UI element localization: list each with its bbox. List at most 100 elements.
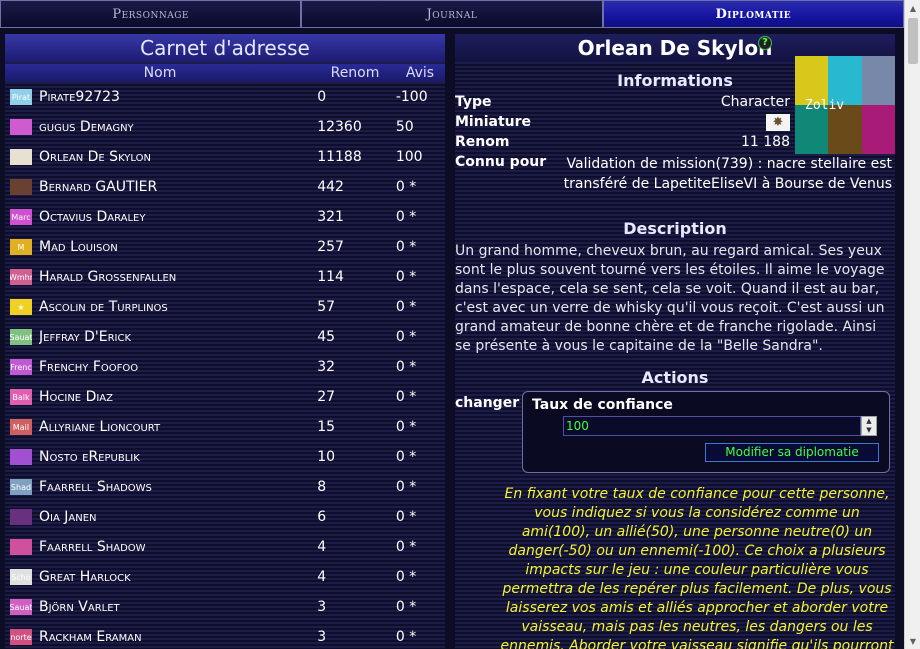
- modify-diplomacy-button[interactable]: Modifier sa diplomatie: [705, 443, 879, 462]
- contact-avatar-icon: [10, 179, 32, 195]
- contact-row[interactable]: Marc Octavius Daraley 321 0 *: [5, 202, 445, 232]
- contact-row[interactable]: Frenc Frenchy Foofoo 32 0 *: [5, 352, 445, 382]
- contact-renom: 57: [317, 299, 336, 315]
- contact-name[interactable]: Frenchy Foofoo: [39, 359, 317, 375]
- contact-avis: 0 *: [395, 419, 417, 435]
- contact-row[interactable]: Nosto eRepublik 10 0 *: [5, 442, 445, 472]
- connu-pour-label: Connu pour: [455, 154, 547, 170]
- contact-row[interactable]: norte Rackham Eraman 3 0 *: [5, 622, 445, 649]
- contact-row[interactable]: Sauat Björn Varlet 3 0 *: [5, 592, 445, 622]
- contact-row[interactable]: Wmhr Harald Grossenfallen 114 0 *: [5, 262, 445, 292]
- contact-avatar-icon: Sauat: [10, 599, 32, 615]
- contact-name[interactable]: gugus Demagny: [39, 119, 317, 135]
- contact-row[interactable]: Scho Great Harlock 4 0 *: [5, 562, 445, 592]
- tab-bar: Personnage Journal Diplomatie: [0, 0, 904, 30]
- scroll-up-icon[interactable]: ▲: [905, 0, 920, 16]
- tab-personnage[interactable]: Personnage: [0, 0, 302, 28]
- contact-name[interactable]: Harald Grossenfallen: [39, 269, 317, 285]
- contact-row[interactable]: Bernard GAUTIER 442 0 *: [5, 172, 445, 202]
- trust-form: Taux de confiance 100 ▲ ▼ Modifier sa di…: [522, 391, 890, 473]
- contact-avatar-icon: [10, 449, 32, 465]
- col-avis-header: Avis: [405, 65, 435, 81]
- contact-row[interactable]: Sauat Jeffray D'Erick 45 0 *: [5, 322, 445, 352]
- contact-name[interactable]: Octavius Daraley: [39, 209, 317, 225]
- renom-label: Renom: [455, 134, 510, 150]
- contact-avis: 0 *: [395, 299, 417, 315]
- contact-avis: 0 *: [395, 509, 417, 525]
- contact-name[interactable]: Great Harlock: [39, 569, 317, 585]
- contact-name[interactable]: Ascolin de Turplinos: [39, 299, 317, 315]
- contact-row[interactable]: Oia Janen 6 0 *: [5, 502, 445, 532]
- connu-pour-value: Validation de mission(739) : nacre stell…: [563, 156, 892, 192]
- contact-row[interactable]: M Mad Louison 257 0 *: [5, 232, 445, 262]
- contact-avis: 0 *: [395, 359, 417, 375]
- stepper-up-icon[interactable]: ▲: [862, 417, 876, 426]
- help-icon[interactable]: ?: [758, 36, 772, 50]
- avatar-mosaic: Zoliv: [795, 56, 895, 154]
- contact-name[interactable]: Faarrell Shadow: [39, 539, 317, 555]
- contact-name[interactable]: Faarrell Shadows: [39, 479, 317, 495]
- contact-avatar-icon: Balk: [10, 389, 32, 405]
- trust-title: Taux de confiance: [532, 397, 673, 413]
- contact-name[interactable]: Mad Louison: [39, 239, 317, 255]
- contact-avatar-icon: norte: [10, 629, 32, 645]
- contact-row[interactable]: Shad Faarrell Shadows 8 0 *: [5, 472, 445, 502]
- contact-renom: 11188: [317, 149, 362, 165]
- contact-renom: 321: [317, 209, 344, 225]
- contact-avis: 0 *: [395, 479, 417, 495]
- contact-row[interactable]: Orlean De Skylon 11188 100: [5, 142, 445, 172]
- contact-row[interactable]: gugus Demagny 12360 50: [5, 112, 445, 142]
- contact-renom: 15: [317, 419, 336, 435]
- contact-avatar-icon: Sauat: [10, 329, 32, 345]
- tab-journal[interactable]: Journal: [301, 0, 603, 28]
- informations-section: Type Character Miniature ✸ Renom 11 188 …: [455, 56, 895, 214]
- contact-row[interactable]: Mail Allyriane Lioncourt 15 0 *: [5, 412, 445, 442]
- contact-renom: 4: [317, 539, 327, 555]
- contact-name[interactable]: Hocine Diaz: [39, 389, 317, 405]
- address-book-panel: Carnet d'adresse Nom Renom Avis Pirat Pir…: [5, 34, 445, 649]
- page-scrollbar[interactable]: ▲ ▼: [904, 0, 920, 649]
- contact-name[interactable]: Bernard GAUTIER: [39, 179, 317, 195]
- contact-row[interactable]: ★ Ascolin de Turplinos 57 0 *: [5, 292, 445, 322]
- address-book-title: Carnet d'adresse: [5, 34, 445, 62]
- contact-name[interactable]: Björn Varlet: [39, 599, 317, 615]
- contact-name[interactable]: Orlean De Skylon: [39, 149, 317, 165]
- stepper-down-icon[interactable]: ▼: [862, 426, 876, 435]
- contact-name[interactable]: Allyriane Lioncourt: [39, 419, 317, 435]
- contact-avis: 0 *: [395, 239, 417, 255]
- contact-avatar-icon: Shad: [10, 479, 32, 495]
- contact-avis: 0 *: [395, 389, 417, 405]
- contact-name[interactable]: Jeffray D'Erick: [39, 329, 317, 345]
- contact-avatar-icon: [10, 509, 32, 525]
- actions-section: changer Taux de confiance 100 ▲ ▼ Modifi…: [455, 389, 895, 489]
- address-book-header: Nom Renom Avis: [5, 64, 445, 82]
- miniature-label: Miniature: [455, 114, 532, 130]
- contact-renom: 3: [317, 599, 327, 615]
- contact-row[interactable]: Pirat Pirate92723 0 -100: [5, 82, 445, 112]
- contact-avis: -100: [395, 89, 428, 105]
- contact-avis: 0 *: [395, 569, 417, 585]
- contact-renom: 45: [317, 329, 336, 345]
- scroll-thumb[interactable]: [908, 18, 918, 64]
- contact-avis: 0 *: [395, 599, 417, 615]
- contact-avis: 0 *: [395, 449, 417, 465]
- contact-renom: 257: [317, 239, 344, 255]
- trust-stepper[interactable]: ▲ ▼: [861, 416, 877, 436]
- trust-input[interactable]: 100: [563, 416, 861, 436]
- contact-row[interactable]: Faarrell Shadow 4 0 *: [5, 532, 445, 562]
- mosaic-tile: [861, 105, 895, 154]
- trust-explanation: En fixant votre taux de confiance pour c…: [500, 486, 894, 649]
- type-label: Type: [455, 94, 492, 110]
- scroll-down-icon[interactable]: ▼: [905, 633, 920, 649]
- contact-avatar-icon: Marc: [10, 209, 32, 225]
- contact-name[interactable]: Pirate92723: [39, 89, 317, 105]
- contact-name[interactable]: Oia Janen: [39, 509, 317, 525]
- contact-name[interactable]: Nosto eRepublik: [39, 449, 317, 465]
- contact-avatar-icon: Wmhr: [10, 269, 32, 285]
- contact-name[interactable]: Rackham Eraman: [39, 629, 317, 645]
- tab-diplomatie[interactable]: Diplomatie: [602, 0, 904, 28]
- contact-renom: 10: [317, 449, 336, 465]
- contact-list: Pirat Pirate92723 0 -100 gugus Demagny 12360 5…: [5, 82, 445, 649]
- contact-row[interactable]: Balk Hocine Diaz 27 0 *: [5, 382, 445, 412]
- contact-avis: 0 *: [395, 179, 417, 195]
